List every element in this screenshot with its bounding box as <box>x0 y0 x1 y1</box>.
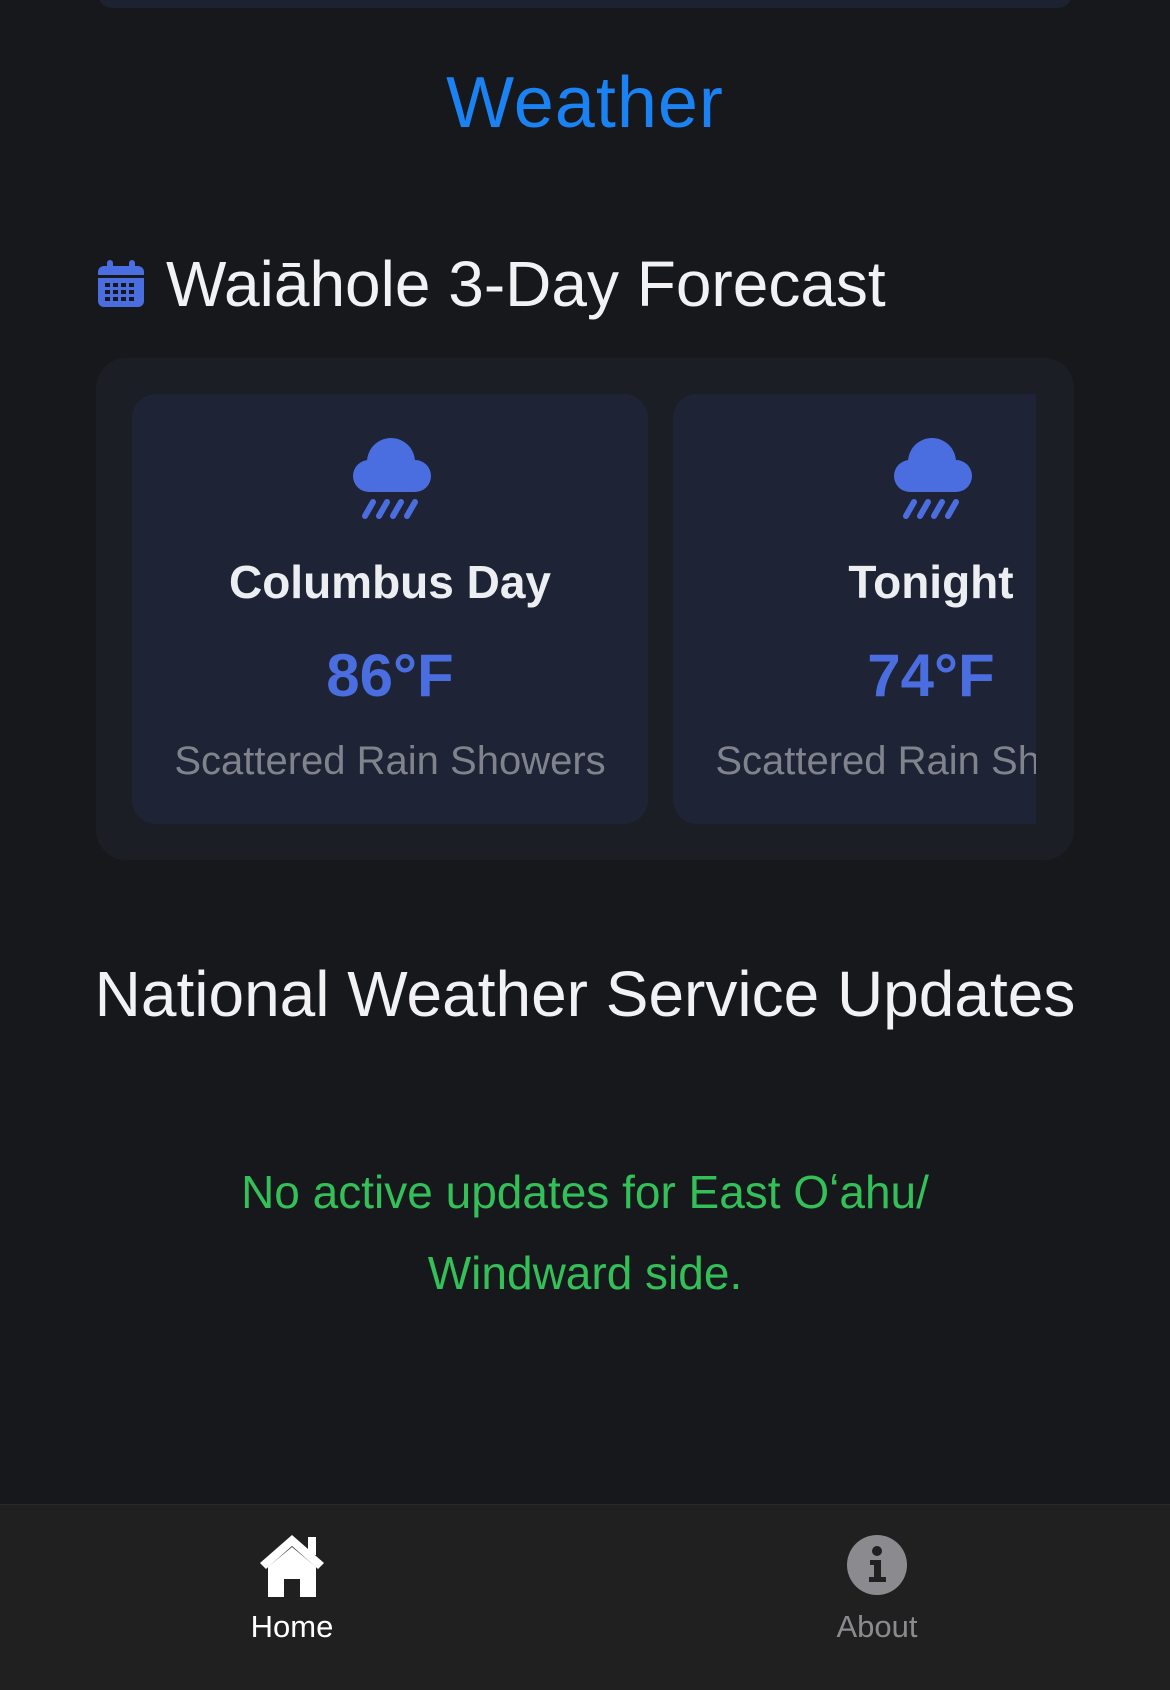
forecast-description: Scattered Rain Showers <box>715 739 1036 783</box>
calendar-icon <box>98 260 144 307</box>
forecast-temperature: 74°F <box>867 642 995 709</box>
forecast-temperature: 86°F <box>326 642 454 709</box>
cloud-rain-icon <box>894 438 972 519</box>
forecast-carousel[interactable]: Columbus Day 86°F Scattered Rain Showers <box>132 394 1036 824</box>
tab-about-label: About <box>836 1609 918 1644</box>
tab-about[interactable]: About <box>727 1505 1027 1690</box>
forecast-card[interactable]: Columbus Day 86°F Scattered Rain Showers <box>132 394 648 824</box>
nws-updates-title: National Weather Service Updates <box>94 958 1076 1030</box>
forecast-panel[interactable]: Columbus Day 86°F Scattered Rain Showers <box>96 358 1074 860</box>
forecast-title: Waiāhole 3-Day Forecast <box>166 248 886 320</box>
home-icon <box>260 1535 324 1597</box>
forecast-day-name: Tonight <box>848 556 1014 608</box>
info-icon <box>847 1535 907 1595</box>
nws-status-message: No active updates for East Oʻahu/ Windwa… <box>241 1166 929 1299</box>
previous-card-edge <box>98 0 1072 8</box>
tab-home-label: Home <box>250 1609 334 1644</box>
tab-home[interactable]: Home <box>142 1505 442 1690</box>
forecast-header: Waiāhole 3-Day Forecast <box>96 242 886 326</box>
tab-bar: Home About <box>0 1504 1170 1690</box>
cloud-rain-icon <box>353 438 431 519</box>
page-title: Weather <box>446 63 724 143</box>
forecast-card[interactable]: Tonight 74°F Scattered Rain Showers <box>673 394 1036 824</box>
forecast-description: Scattered Rain Showers <box>174 739 606 783</box>
forecast-day-name: Columbus Day <box>228 556 552 608</box>
